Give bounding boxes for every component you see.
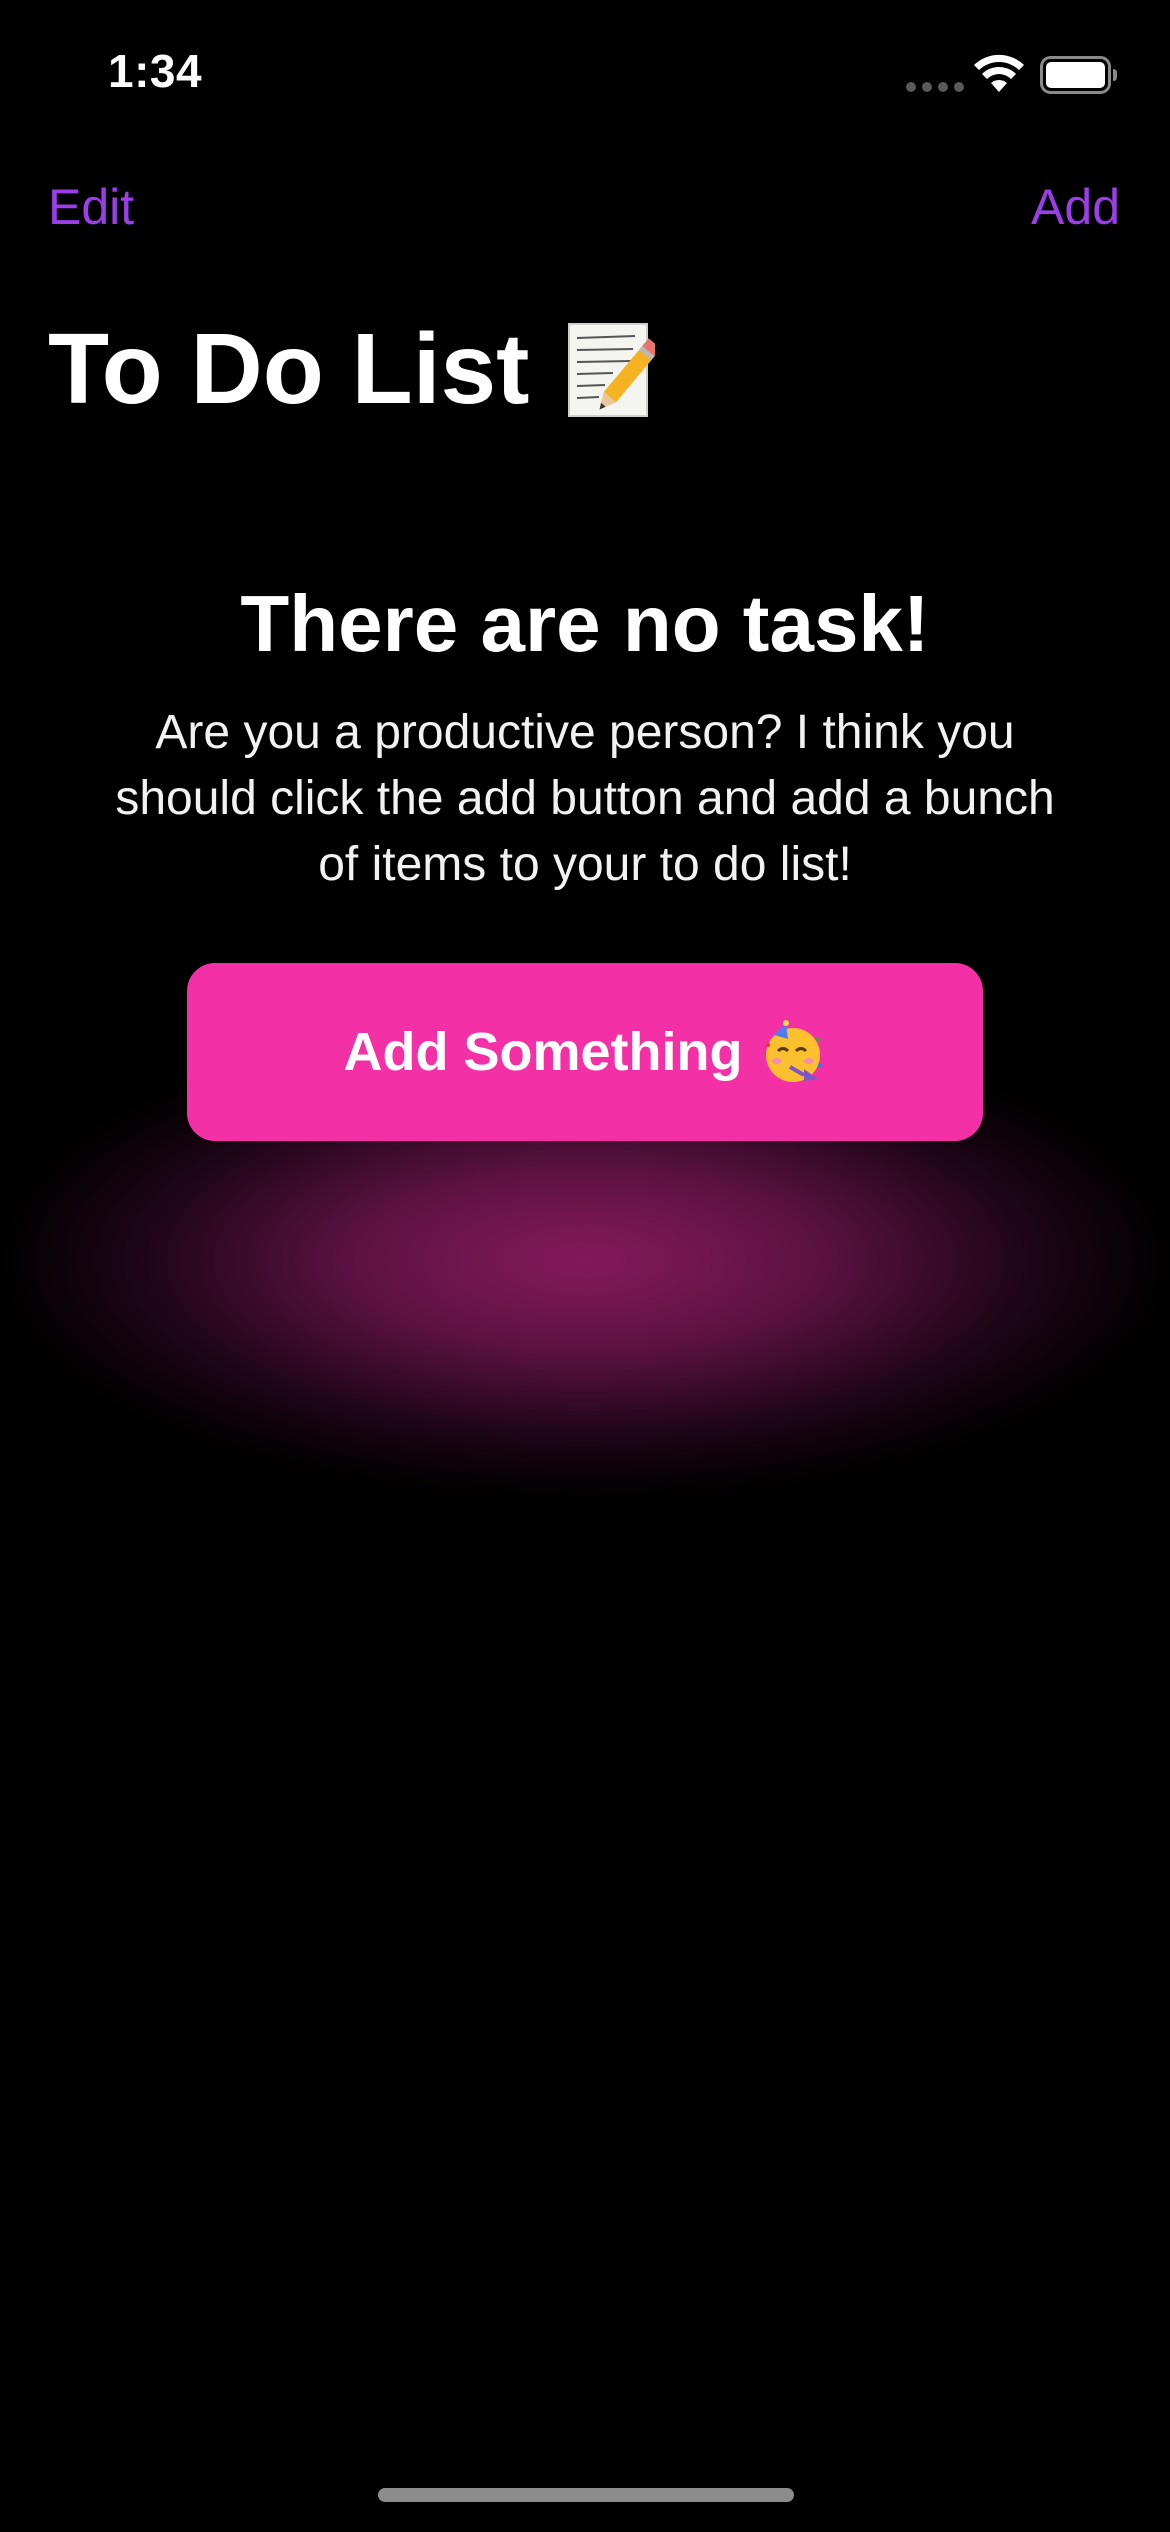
battery-icon [1040,56,1117,94]
page-title-text: To Do List [48,313,530,425]
empty-state-message: Are you a productive person? I think you… [115,706,1055,891]
wifi-icon [974,54,1024,92]
status-time: 1:34 [108,45,203,97]
page-title: To Do List [48,312,662,427]
status-bar: 1:34 [0,0,1170,140]
empty-state-heading: There are no task! [240,579,930,668]
home-indicator[interactable] [378,2488,794,2502]
add-something-button[interactable]: Add Something [187,963,983,1141]
signal-dots-icon [906,82,964,92]
edit-button[interactable]: Edit [48,178,134,236]
memo-icon [565,320,662,420]
party-face-icon [760,1019,826,1085]
add-something-label: Add Something [343,1022,743,1082]
add-button[interactable]: Add [1031,178,1120,236]
